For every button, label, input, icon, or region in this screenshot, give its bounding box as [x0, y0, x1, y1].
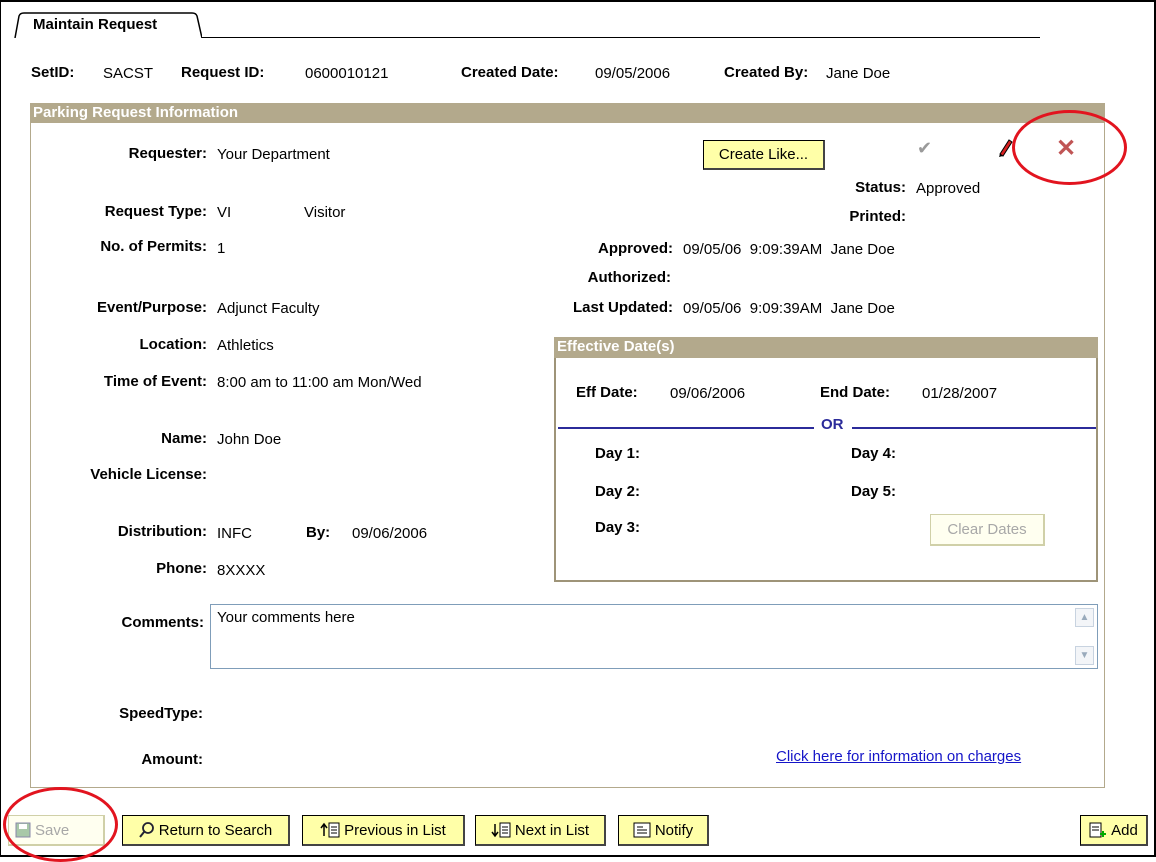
amount-label: Amount: [141, 751, 203, 768]
scroll-down-button[interactable]: ▼ [1075, 646, 1094, 665]
speedtype-label: SpeedType: [119, 705, 203, 722]
request-type-value: Visitor [304, 204, 346, 221]
distribution-value: INFC [217, 525, 252, 542]
by-value: 09/06/2006 [352, 525, 428, 542]
notify-button[interactable]: Notify [618, 815, 709, 846]
create-like-label: Create Like... [718, 146, 809, 163]
frame-left [0, 0, 1, 857]
comments-text: Your comments here [217, 609, 355, 626]
requester-value: Your Department [217, 146, 330, 163]
event-label: Event/Purpose: [96, 299, 207, 316]
notify-label: Notify [654, 821, 694, 839]
time-value: 8:00 am to 11:00 am Mon/Wed [217, 374, 422, 391]
charges-info-link[interactable]: Click here for information on charges [776, 748, 1021, 765]
setid-label: SetID: [31, 64, 75, 81]
add-button[interactable]: Add [1080, 815, 1148, 846]
approved-label: Approved: [598, 240, 673, 257]
day3-label: Day 3: [595, 519, 641, 536]
next-in-list-label: Next in List [514, 821, 590, 839]
status-label: Status: [855, 179, 906, 196]
permits-value: 1 [217, 240, 226, 257]
frame-top [0, 0, 1154, 2]
phone-value: 8XXXX [217, 562, 266, 579]
previous-list-icon [320, 822, 340, 838]
end-date-value: 01/28/2007 [922, 385, 998, 402]
approved-value: 09/05/06 9:09:39AM Jane Doe [683, 241, 895, 258]
created-date-label: Created Date: [461, 64, 559, 81]
day2-label: Day 2: [595, 483, 641, 500]
clear-dates-label: Clear Dates [947, 521, 1027, 538]
return-to-search-button[interactable]: Return to Search [122, 815, 290, 846]
phone-label: Phone: [156, 560, 207, 577]
event-value: Adjunct Faculty [217, 300, 320, 317]
create-like-button[interactable]: Create Like... [703, 140, 825, 170]
next-in-list-button[interactable]: Next in List [475, 815, 606, 846]
printed-label: Printed: [849, 208, 906, 225]
check-icon[interactable]: ✔ [917, 138, 932, 159]
permits-label: No. of Permits: [100, 238, 207, 255]
comments-textarea[interactable]: Your comments here ▲ ▼ [210, 604, 1098, 669]
comments-label: Comments: [121, 614, 204, 631]
eff-date-value: 09/06/2006 [670, 385, 746, 402]
return-to-search-label: Return to Search [158, 821, 273, 839]
highlight-circle-delete [1012, 110, 1127, 185]
created-by-label: Created By: [724, 64, 809, 81]
or-divider-right [852, 427, 1096, 429]
day5-label: Day 5: [851, 483, 897, 500]
scroll-up-button[interactable]: ▲ [1075, 608, 1094, 627]
request-type-label: Request Type: [104, 203, 207, 220]
requester-label: Requester: [128, 145, 207, 162]
created-date-value: 09/05/2006 [595, 65, 671, 82]
request-id-value: 0600010121 [305, 65, 389, 82]
eff-date-label: Eff Date: [576, 384, 638, 401]
magnifier-icon [139, 822, 154, 838]
effective-dates-title: Effective Date(s) [557, 338, 675, 355]
vehicle-license-label: Vehicle License: [90, 466, 207, 483]
name-label: Name: [161, 430, 207, 447]
last-updated-label: Last Updated: [572, 299, 673, 316]
next-list-icon [491, 822, 511, 838]
clear-dates-button[interactable]: Clear Dates [930, 514, 1045, 546]
add-icon [1089, 822, 1107, 838]
or-divider-left [558, 427, 814, 429]
authorized-label: Authorized: [587, 269, 671, 286]
request-id-label: Request ID: [181, 64, 265, 81]
end-date-label: End Date: [820, 384, 891, 401]
request-type-code: VI [217, 204, 232, 221]
setid-value: SACST [103, 65, 154, 82]
tab-underline [202, 37, 1040, 38]
effective-dates-header: Effective Date(s) [554, 337, 1098, 358]
time-label: Time of Event: [103, 373, 207, 390]
day1-label: Day 1: [595, 445, 641, 462]
name-value: John Doe [217, 431, 282, 448]
notify-icon [633, 822, 651, 838]
distribution-label: Distribution: [117, 523, 207, 540]
location-value: Athletics [217, 337, 274, 354]
add-label: Add [1111, 821, 1138, 839]
previous-in-list-button[interactable]: Previous in List [302, 815, 465, 846]
highlight-circle-save [3, 787, 118, 862]
tab-label: Maintain Request [33, 16, 158, 33]
by-label: By: [306, 524, 331, 541]
status-value: Approved [916, 180, 981, 197]
created-by-value: Jane Doe [826, 65, 891, 82]
previous-in-list-label: Previous in List [344, 821, 446, 839]
last-updated-value: 09/05/06 9:09:39AM Jane Doe [683, 300, 895, 317]
location-label: Location: [139, 336, 208, 353]
or-label: OR [821, 416, 844, 433]
day4-label: Day 4: [851, 445, 897, 462]
tab-maintain-request[interactable]: Maintain Request [14, 12, 202, 38]
